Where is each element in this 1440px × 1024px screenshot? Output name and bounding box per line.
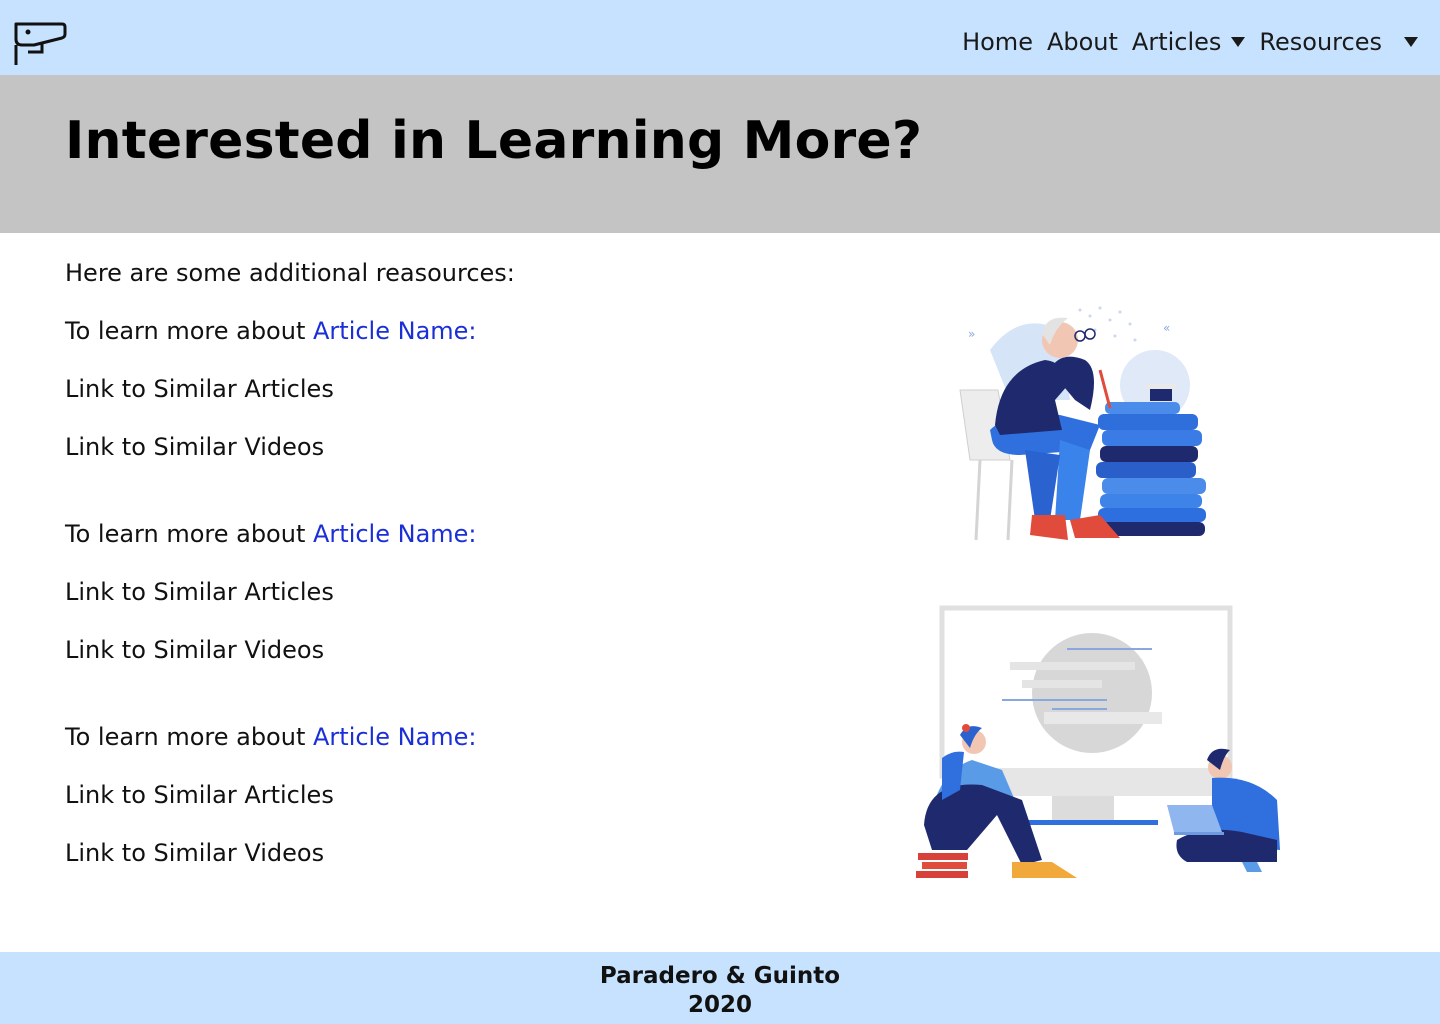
top-navbar: Home About Articles Resources: [0, 0, 1440, 75]
similar-articles-link[interactable]: Link to Similar Articles: [65, 374, 765, 432]
resource-group: To learn more about Article Name: Link t…: [65, 722, 765, 896]
resources-list: Here are some additional reasources: To …: [65, 258, 765, 896]
article-name-link[interactable]: Article Name:: [313, 723, 477, 751]
footer-year: 2020: [687, 992, 752, 1018]
caret-down-icon: [1404, 37, 1418, 47]
nav-home-label: Home: [962, 28, 1033, 56]
nav-resources-label: Resources: [1259, 28, 1382, 56]
learn-more-prefix: To learn more about: [65, 520, 313, 548]
similar-videos-link[interactable]: Link to Similar Videos: [65, 838, 765, 896]
page-title: Interested in Learning More?: [65, 111, 923, 171]
similar-articles-link[interactable]: Link to Similar Articles: [65, 577, 765, 635]
nav-articles-label: Articles: [1131, 28, 1222, 56]
nav-home[interactable]: Home: [962, 28, 1033, 56]
nav-about-label: About: [1046, 28, 1118, 56]
person-studying-books-illustration: » «: [959, 306, 1206, 541]
learn-more-line: To learn more about Article Name:: [65, 316, 765, 374]
learn-more-prefix: To learn more about: [65, 723, 313, 751]
svg-text:»: »: [968, 327, 975, 341]
security-camera-icon[interactable]: [12, 18, 68, 70]
svg-text:«: «: [1163, 321, 1170, 335]
footer-authors: Paradero & Guinto: [599, 963, 841, 989]
article-name-link[interactable]: Article Name:: [313, 520, 477, 548]
similar-articles-link[interactable]: Link to Similar Articles: [65, 780, 765, 838]
learn-more-line: To learn more about Article Name:: [65, 519, 765, 577]
main-nav: Home About Articles Resources: [962, 28, 1418, 56]
learn-more-line: To learn more about Article Name:: [65, 722, 765, 780]
resource-group: To learn more about Article Name: Link t…: [65, 316, 765, 490]
nav-resources-dropdown[interactable]: Resources: [1259, 28, 1418, 56]
intro-text: Here are some additional reasources:: [65, 259, 515, 287]
resource-group: To learn more about Article Name: Link t…: [65, 519, 765, 693]
nav-about[interactable]: About: [1047, 28, 1118, 56]
article-name-link[interactable]: Article Name:: [313, 317, 477, 345]
page-footer: Paradero & Guinto 2020: [0, 952, 1440, 1024]
similar-videos-link[interactable]: Link to Similar Videos: [65, 635, 765, 693]
hero-banner: Interested in Learning More?: [0, 75, 1440, 233]
learn-more-prefix: To learn more about: [65, 317, 313, 345]
nav-articles-dropdown[interactable]: Articles: [1132, 28, 1246, 56]
caret-down-icon: [1231, 37, 1246, 47]
people-with-monitor-illustration: [916, 605, 1280, 878]
similar-videos-link[interactable]: Link to Similar Videos: [65, 432, 765, 490]
